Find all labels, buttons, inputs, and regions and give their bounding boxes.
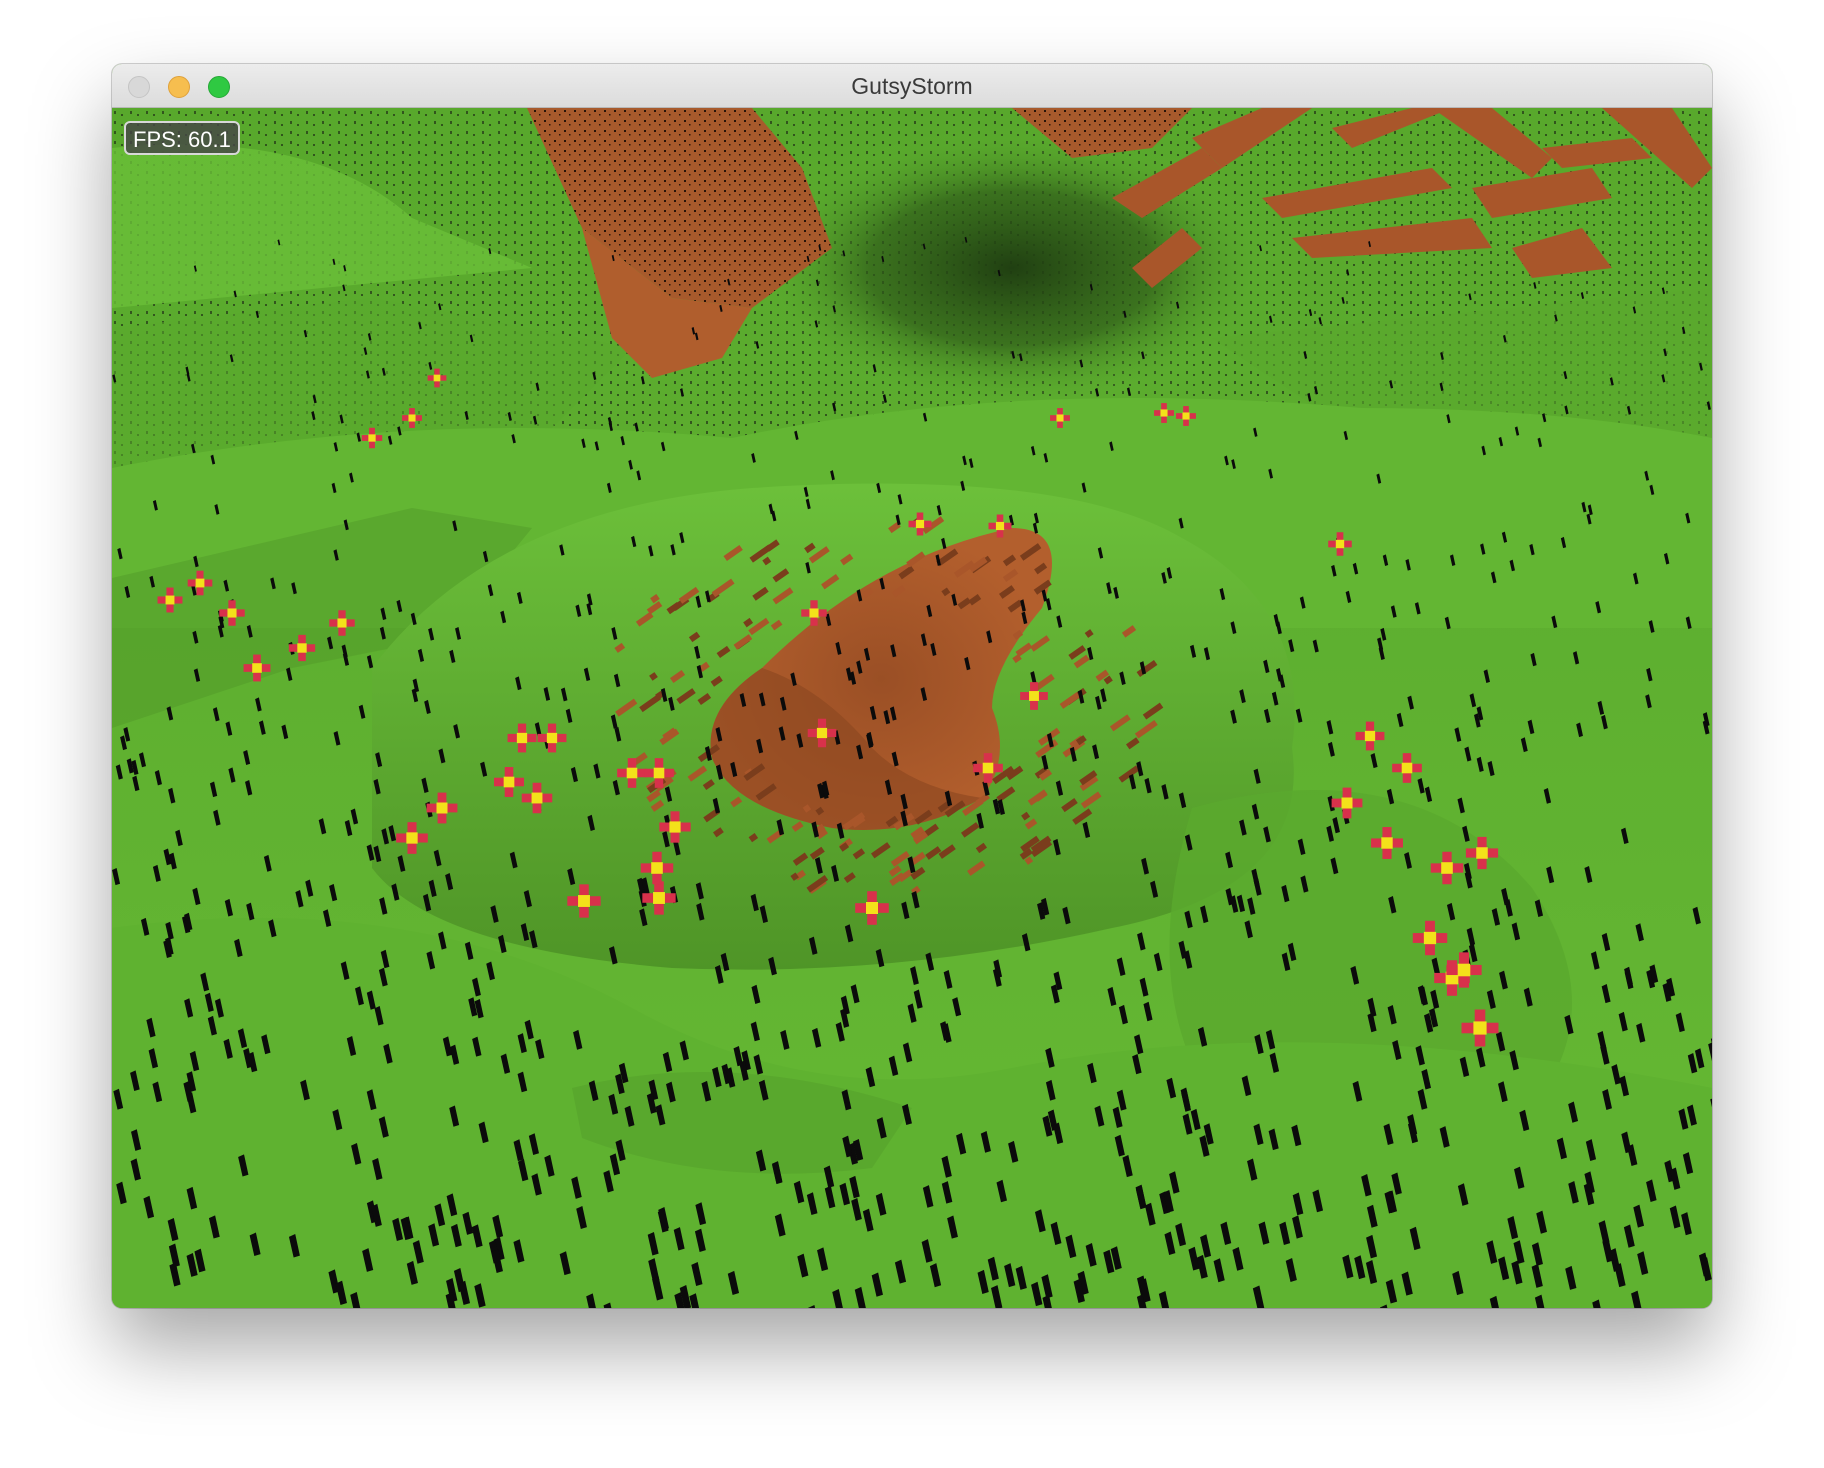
voxel-terrain-scene[interactable] [112, 108, 1712, 1308]
fps-counter: FPS: 60.1 [124, 121, 240, 155]
game-viewport[interactable]: FPS: 60.1 [112, 108, 1712, 1308]
window-title: GutsyStorm [851, 73, 973, 99]
title-bar[interactable]: GutsyStorm [112, 64, 1712, 108]
app-window: GutsyStorm FPS: 60.1 [112, 64, 1712, 1308]
